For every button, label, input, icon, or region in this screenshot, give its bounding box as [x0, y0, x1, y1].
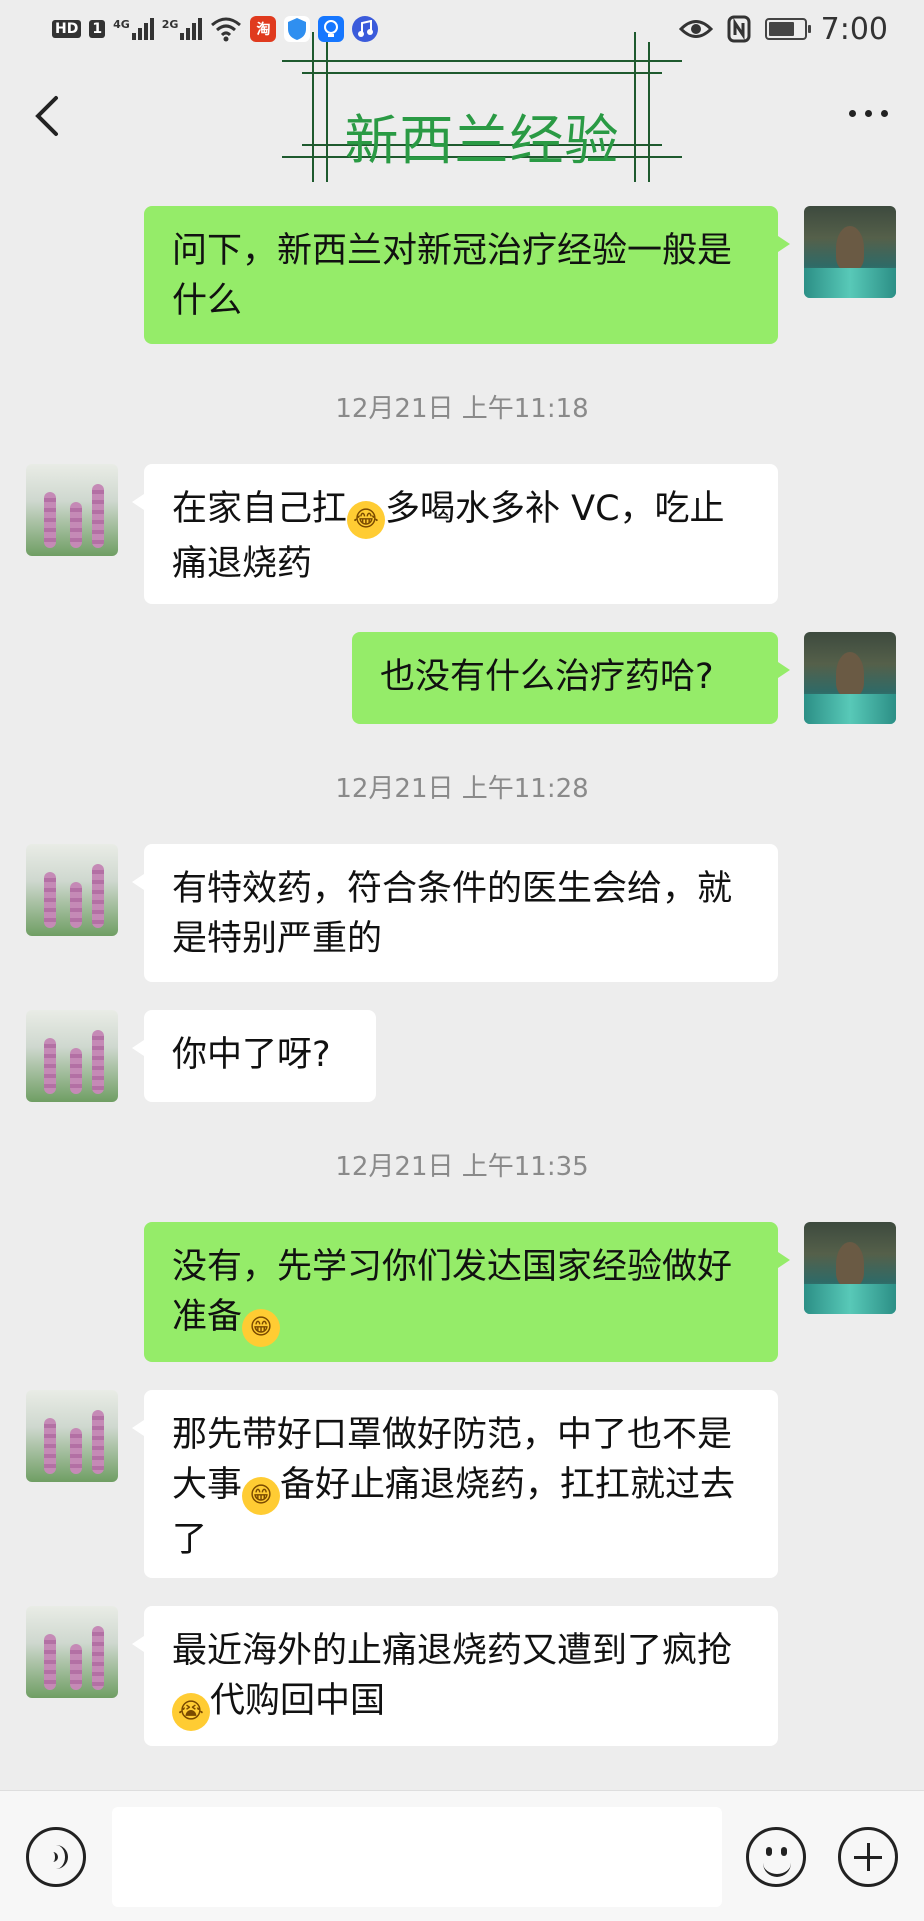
- timestamp: 12月21日 上午11:35: [335, 1152, 589, 1182]
- contact-avatar[interactable]: [26, 1606, 118, 1698]
- my-avatar[interactable]: [804, 1222, 896, 1314]
- wifi-icon: [211, 17, 242, 42]
- contact-message-bubble[interactable]: 最近海外的止痛退烧药又遭到了疯抢 😭 代购回中国: [132, 1606, 778, 1746]
- contact-message-bubble[interactable]: 在家自己扛 😂 多喝水多补 VC，吃止痛退烧药: [132, 464, 778, 604]
- my-avatar[interactable]: [804, 206, 896, 298]
- timestamp: 12月21日 上午11:28: [335, 774, 589, 804]
- contact-message-bubble[interactable]: 那先带好口罩做好防范，中了也不是大事 😁 备好止痛退烧药，扛扛就过去了: [132, 1390, 778, 1578]
- more-functions-plus-icon[interactable]: [838, 1827, 898, 1887]
- message-text: 有特效药，符合条件的医生会给，就是特别严重的: [172, 869, 733, 959]
- status-right: 7:00: [678, 11, 888, 47]
- contact-avatar[interactable]: [26, 844, 118, 936]
- message-input[interactable]: [112, 1807, 722, 1907]
- laugh-cry-emoji-icon: 😂: [347, 501, 386, 539]
- grin-emoji-icon: 😁: [242, 1477, 281, 1515]
- more-options-icon[interactable]: [849, 110, 888, 117]
- contact-avatar[interactable]: [26, 1010, 118, 1102]
- signal-icon-2: 2G: [162, 18, 203, 40]
- timestamp: 12月21日 上午11:18: [335, 394, 589, 424]
- hd-indicator: HD: [52, 20, 82, 38]
- crying-emoji-icon: 😭: [172, 1693, 210, 1731]
- message-text: 问下，新西兰对新冠治疗经验一般是什么: [172, 231, 733, 321]
- contact-message-bubble[interactable]: 你中了呀?: [132, 1010, 376, 1102]
- battery-level: [768, 22, 795, 36]
- contact-avatar[interactable]: [26, 464, 118, 556]
- message-text: 你中了呀?: [172, 1035, 331, 1075]
- my-message-bubble[interactable]: 没有，先学习你们发达国家经验做好准备 😁: [144, 1222, 790, 1362]
- chat-header: 新西兰经验: [0, 32, 924, 182]
- input-bar: [0, 1790, 924, 1921]
- emoji-picker-icon[interactable]: [746, 1827, 806, 1887]
- signal-icon-1: 4G: [113, 18, 154, 40]
- my-message-bubble[interactable]: 也没有什么治疗药哈?: [352, 632, 790, 724]
- message-text: 也没有什么治疗药哈?: [380, 657, 714, 697]
- eye-icon: [678, 20, 713, 38]
- voice-input-icon[interactable]: [26, 1827, 86, 1887]
- my-avatar[interactable]: [804, 632, 896, 724]
- chat-title: 新西兰经验: [344, 109, 620, 172]
- sim-indicator: 1: [89, 20, 106, 38]
- nfc-icon: [727, 15, 751, 43]
- back-icon[interactable]: [28, 92, 68, 140]
- message-text: 代购回中国: [210, 1681, 386, 1721]
- contact-message-bubble[interactable]: 有特效药，符合条件的医生会给，就是特别严重的: [132, 844, 778, 982]
- message-text: 最近海外的止痛退烧药又遭到了疯抢: [172, 1631, 733, 1671]
- my-message-bubble[interactable]: 问下，新西兰对新冠治疗经验一般是什么: [144, 206, 790, 344]
- contact-avatar[interactable]: [26, 1390, 118, 1482]
- clock: 7:00: [820, 11, 888, 47]
- battery-icon: [764, 18, 811, 40]
- taobao-icon: 淘: [250, 16, 277, 42]
- message-text: 在家自己扛: [172, 489, 348, 529]
- grin-emoji-icon: 😁: [242, 1309, 281, 1347]
